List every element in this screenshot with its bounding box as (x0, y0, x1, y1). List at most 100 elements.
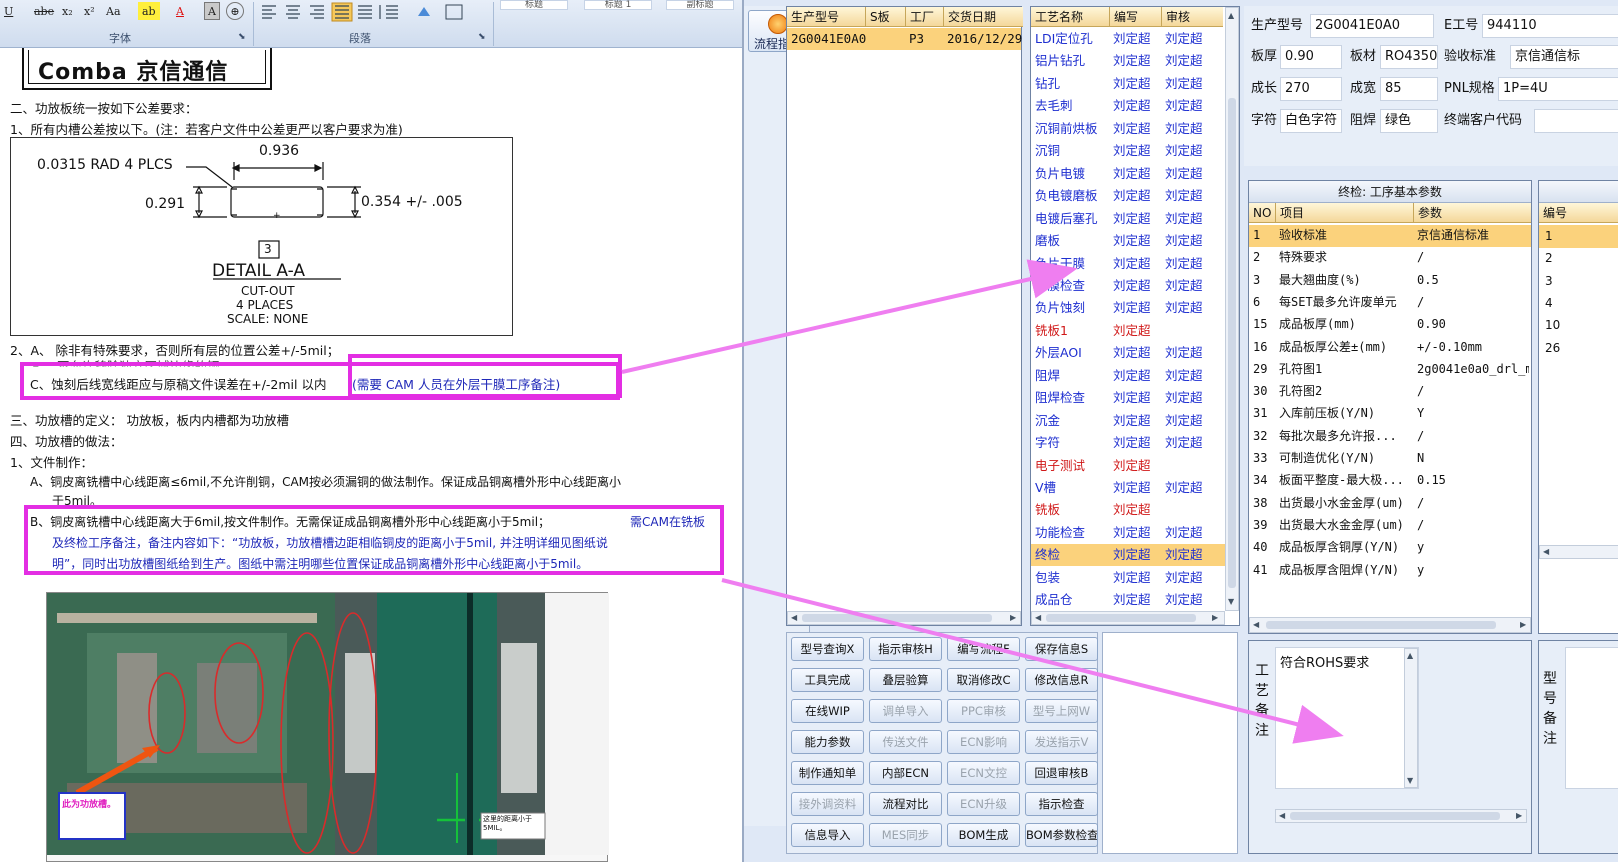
e-field[interactable]: 944110 (1482, 14, 1618, 38)
action-button[interactable]: 指示检查 (1025, 792, 1098, 816)
action-button[interactable]: 工具完成 (791, 668, 864, 692)
action-button[interactable]: 信息导入 (791, 823, 864, 847)
cust-field[interactable] (1534, 109, 1618, 133)
action-button[interactable]: BOM参数检查 (1025, 823, 1098, 847)
remark-hscroll[interactable]: ◀ ▶ (1275, 809, 1527, 823)
model-remark-textarea[interactable] (1565, 647, 1618, 789)
process-row[interactable]: 电子测试 刘定超 (1031, 455, 1225, 477)
action-button[interactable]: 编写流程F (947, 637, 1020, 661)
process-row[interactable]: 阻焊检查 刘定超 刘定超 (1031, 387, 1225, 409)
param-row[interactable]: 34 板面平整度-最大极... 0.15 (1249, 470, 1531, 492)
param-row[interactable]: 32 每批次最多允许报... / (1249, 426, 1531, 448)
action-button[interactable]: 取消修改C (947, 668, 1020, 692)
font-dialog-icon[interactable]: ⬊ (238, 32, 246, 42)
process-row[interactable]: 铣板 刘定超 (1031, 499, 1225, 521)
process-row[interactable]: 去毛刺 刘定超 刘定超 (1031, 95, 1225, 117)
side-row[interactable]: 4 (1539, 292, 1618, 315)
param-row[interactable]: 2 特殊要求 / (1249, 247, 1531, 269)
highlight-button[interactable]: ab (138, 2, 160, 20)
process-row[interactable]: 字符 刘定超 刘定超 (1031, 432, 1225, 454)
param-row[interactable]: 41 成品板厚含阻焊(Y/N) y (1249, 560, 1531, 582)
side-row[interactable]: 2 (1539, 247, 1618, 270)
col-header[interactable]: 审核 (1161, 7, 1223, 27)
action-button[interactable]: BOM生成 (947, 823, 1020, 847)
col-header[interactable]: 工厂 (905, 7, 943, 27)
process-row[interactable]: 电镀后塞孔 刘定超 刘定超 (1031, 208, 1225, 230)
process-row[interactable]: 外层AOI 刘定超 刘定超 (1031, 342, 1225, 364)
paragraph-dialog-icon[interactable]: ⬊ (478, 32, 486, 42)
param-row[interactable]: 30 孔符图2 / (1249, 381, 1531, 403)
process-row[interactable]: 沉铜前烘板 刘定超 刘定超 (1031, 118, 1225, 140)
col-header[interactable]: S板 (865, 7, 905, 27)
paragraph-align-icons[interactable] (258, 2, 498, 22)
action-button[interactable]: MES同步 (869, 823, 942, 847)
style-subtitle[interactable]: 副标题 (666, 0, 734, 10)
action-button[interactable]: 在线WIP (791, 699, 864, 723)
param-row[interactable]: 31 入库前压板(Y/N) Y (1249, 403, 1531, 425)
params-hscroll[interactable]: ◀ ▶ (1249, 617, 1531, 633)
style-heading1[interactable]: 标题 1 (584, 0, 652, 10)
action-button[interactable]: 传送文件 (869, 730, 942, 754)
col-header[interactable]: 编写 (1109, 7, 1161, 27)
document-page[interactable]: Comba 京信通信 二、功放板统一按如下公差要求： 1、所有内槽公差按以下。(… (0, 48, 742, 862)
subscript-button[interactable]: x₂ (58, 2, 77, 20)
orders-hscroll[interactable]: ◀ ▶ (787, 611, 1021, 625)
param-row[interactable]: 33 可制造优化(Y/N) N (1249, 448, 1531, 470)
thick-field[interactable]: 0.90 (1280, 45, 1342, 69)
change-case-button[interactable]: Aa (102, 2, 125, 20)
action-button[interactable]: 型号查询X (791, 637, 864, 661)
process-row[interactable]: 成品仓 刘定超 刘定超 (1031, 589, 1225, 611)
action-button[interactable]: ECN文控 (947, 761, 1020, 785)
process-vscroll[interactable]: ▲ ▼ (1225, 7, 1239, 611)
process-row[interactable]: 沉铜 刘定超 刘定超 (1031, 140, 1225, 162)
process-row[interactable]: 功能检查 刘定超 刘定超 (1031, 522, 1225, 544)
action-button[interactable]: PPC审核 (947, 699, 1020, 723)
action-button[interactable]: 型号上网W (1025, 699, 1098, 723)
process-row[interactable]: 磨板 刘定超 刘定超 (1031, 230, 1225, 252)
col-header[interactable]: 生产型号 (787, 7, 865, 27)
len-field[interactable]: 270 (1280, 77, 1342, 101)
char-shading-button[interactable]: A (204, 2, 220, 20)
col-header[interactable]: 项目 (1275, 203, 1413, 223)
action-button[interactable]: ECN影响 (947, 730, 1020, 754)
process-row[interactable]: 沉金 刘定超 刘定超 (1031, 410, 1225, 432)
action-button[interactable]: 保存信息S (1025, 637, 1098, 661)
char-field[interactable]: 白色字符 (1280, 109, 1342, 133)
wid-field[interactable]: 85 (1380, 77, 1438, 101)
superscript-button[interactable]: x² (80, 2, 99, 20)
action-button[interactable]: 制作通知单 (791, 761, 864, 785)
param-row[interactable]: 6 每SET最多允许废单元 / (1249, 292, 1531, 314)
param-row[interactable]: 1 验收标准 京信通信标准 (1249, 225, 1531, 247)
process-row[interactable]: LDI定位孔 刘定超 刘定超 (1031, 28, 1225, 50)
process-row[interactable]: V槽 刘定超 刘定超 (1031, 477, 1225, 499)
action-button[interactable]: 调单导入 (869, 699, 942, 723)
action-button[interactable]: 修改信息R (1025, 668, 1098, 692)
action-button[interactable]: 发送指示V (1025, 730, 1098, 754)
process-row[interactable]: 铣板1 刘定超 (1031, 320, 1225, 342)
strikethrough-button[interactable]: abe (30, 2, 58, 20)
side-row[interactable]: 1 (1539, 225, 1618, 248)
remark-vscroll[interactable]: ▲ ▼ (1404, 648, 1418, 788)
order-row-selected[interactable]: 2G0041E0A0 P3 2016/12/29 (787, 28, 1022, 50)
param-row[interactable]: 16 成品板厚公差±(mm) +/-0.10mm (1249, 337, 1531, 359)
process-row[interactable]: 钻孔 刘定超 刘定超 (1031, 73, 1225, 95)
enclose-char-button[interactable]: ⊕ (226, 2, 244, 20)
pnl-field[interactable]: 1P=4U (1498, 77, 1618, 101)
col-header[interactable]: 交货日期 (943, 7, 1023, 27)
side-row[interactable]: 10 (1539, 314, 1618, 337)
col-header[interactable]: NO (1249, 203, 1275, 223)
col-header[interactable]: 编号 (1539, 203, 1618, 223)
underline-button[interactable]: U (0, 2, 17, 20)
process-row[interactable]: 铝片钻孔 刘定超 刘定超 (1031, 50, 1225, 72)
action-button[interactable]: ECN升级 (947, 792, 1020, 816)
param-row[interactable]: 3 最大翘曲度(%) 0.5 (1249, 270, 1531, 292)
param-row[interactable]: 15 成品板厚(mm) 0.90 (1249, 314, 1531, 336)
mask-field[interactable]: 绿色 (1380, 109, 1438, 133)
param-row[interactable]: 39 出货最大水金金厚(um) / (1249, 515, 1531, 537)
process-row[interactable]: 负片电镀 刘定超 刘定超 (1031, 163, 1225, 185)
process-row[interactable]: 负片干膜 刘定超 刘定超 (1031, 253, 1225, 275)
mat-field[interactable]: RO4350B (1380, 45, 1438, 69)
action-button[interactable]: 流程对比 (869, 792, 942, 816)
action-button[interactable]: 内部ECN (869, 761, 942, 785)
font-color-button[interactable]: A (172, 2, 188, 20)
